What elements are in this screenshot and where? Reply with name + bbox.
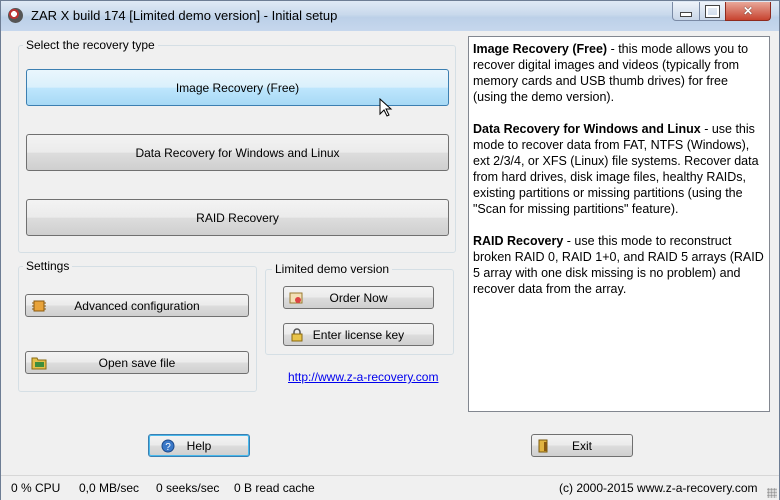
info-paragraph-image: Image Recovery (Free) - this mode allows… — [473, 41, 765, 105]
advanced-configuration-button[interactable]: Advanced configuration — [25, 294, 249, 317]
svg-text:?: ? — [165, 442, 171, 453]
info-paragraph-raid: RAID Recovery - use this mode to reconst… — [473, 233, 765, 297]
status-copyright: (c) 2000-2015 www.z-a-recovery.com — [559, 481, 758, 495]
title-bar[interactable]: ZAR X build 174 [Limited demo version] -… — [1, 1, 779, 31]
help-button[interactable]: ? Help — [148, 434, 250, 457]
settings-group: Settings Advanced configuration Open sav… — [18, 259, 257, 392]
minimize-button[interactable] — [672, 2, 700, 21]
demo-group-title: Limited demo version — [272, 262, 393, 276]
app-icon[interactable] — [8, 8, 23, 23]
status-read-cache: 0 B read cache — [234, 481, 315, 495]
info-title-image: Image Recovery (Free) — [473, 42, 608, 56]
exit-label: Exit — [571, 438, 592, 453]
help-icon: ? — [161, 439, 175, 453]
open-save-file-button[interactable]: Open save file — [25, 351, 249, 374]
close-icon: ✕ — [742, 4, 754, 18]
status-bar: 0 % CPU 0,0 MB/sec 0 seeks/sec 0 B read … — [1, 475, 779, 500]
exit-button[interactable]: Exit — [531, 434, 633, 457]
status-transfer-rate: 0,0 MB/sec — [79, 481, 140, 495]
settings-group-title: Settings — [23, 259, 73, 273]
demo-group: Limited demo version Order Now Enter lic… — [265, 262, 454, 355]
lock-icon — [291, 327, 303, 341]
help-label: Help — [186, 438, 212, 453]
data-recovery-button[interactable]: Data Recovery for Windows and Linux — [26, 134, 449, 171]
raid-recovery-button[interactable]: RAID Recovery — [26, 199, 449, 236]
info-text-data: - use this mode to recover data from FAT… — [473, 122, 759, 216]
description-panel[interactable]: Image Recovery (Free) - this mode allows… — [468, 36, 770, 412]
maximize-button[interactable] — [699, 2, 726, 21]
open-folder-icon — [31, 357, 47, 369]
cart-icon — [289, 292, 303, 303]
resize-grip[interactable] — [767, 488, 777, 498]
recovery-type-group-title: Select the recovery type — [23, 38, 158, 52]
close-button[interactable]: ✕ — [725, 2, 771, 21]
order-now-label: Order Now — [329, 290, 388, 305]
status-seeks: 0 seeks/sec — [156, 481, 220, 495]
info-paragraph-data: Data Recovery for Windows and Linux - us… — [473, 121, 765, 217]
chip-icon — [32, 300, 46, 311]
window-title: ZAR X build 174 [Limited demo version] -… — [31, 8, 338, 23]
advanced-configuration-label: Advanced configuration — [74, 298, 200, 313]
client-area: Select the recovery type Image Recovery … — [9, 31, 771, 475]
main-window: ZAR X build 174 [Limited demo version] -… — [0, 0, 780, 500]
mouse-cursor-icon — [379, 98, 393, 117]
exit-door-icon — [538, 439, 548, 452]
info-title-data: Data Recovery for Windows and Linux — [473, 122, 701, 136]
status-cpu: 0 % CPU — [11, 481, 61, 495]
enter-license-key-label: Enter license key — [312, 327, 405, 342]
minimize-icon — [680, 11, 692, 17]
enter-license-key-button[interactable]: Enter license key — [283, 323, 434, 346]
recovery-type-group: Select the recovery type Image Recovery … — [18, 38, 456, 253]
open-save-file-label: Open save file — [98, 355, 176, 370]
website-link[interactable]: http://www.z-a-recovery.com — [288, 370, 438, 384]
info-title-raid: RAID Recovery — [473, 234, 564, 248]
order-now-button[interactable]: Order Now — [283, 286, 434, 309]
maximize-icon — [705, 4, 720, 18]
